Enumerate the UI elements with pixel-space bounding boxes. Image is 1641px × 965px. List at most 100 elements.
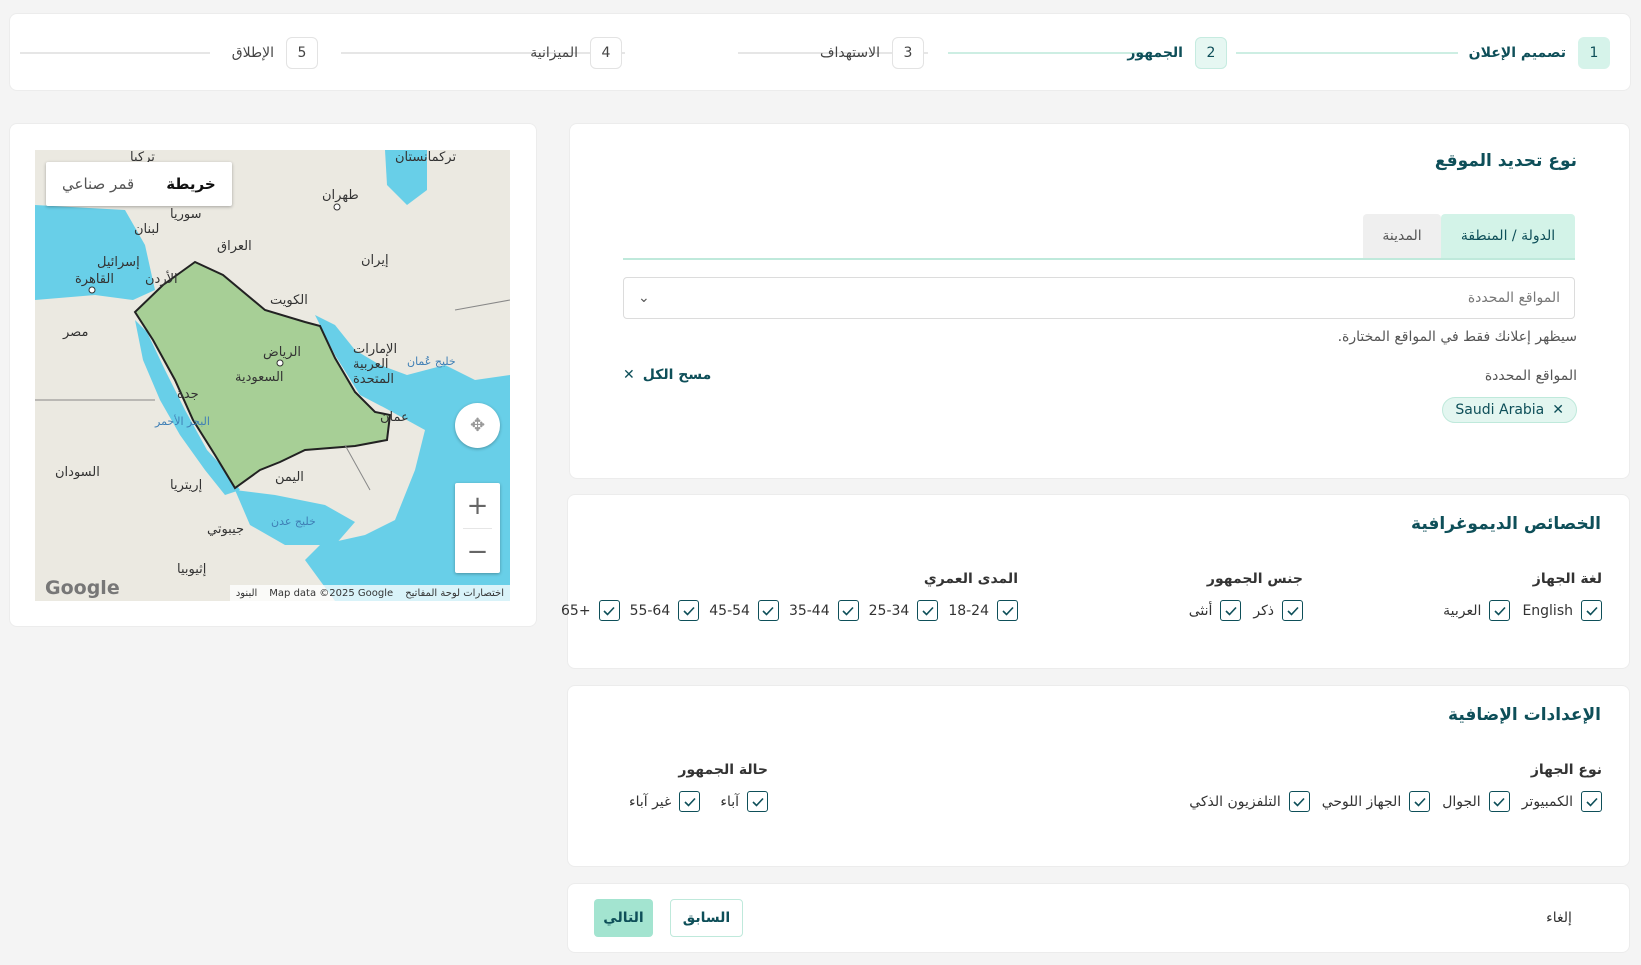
map-type-toggle: خريطة قمر صناعي [46, 162, 232, 206]
step-number: 1 [1578, 37, 1610, 69]
location-tabs: الدولة / المنطقة المدينة [623, 214, 1575, 260]
checkbox-checked-icon [1488, 791, 1510, 812]
step-number: 2 [1195, 37, 1227, 69]
option-label: 55-64 [629, 602, 671, 619]
checkbox-male[interactable]: ذكر [1253, 600, 1303, 621]
map-label: جيبوتي [207, 522, 245, 537]
checkbox-female[interactable]: أنثى [1189, 600, 1242, 621]
additional-settings-card: الإعدادات الإضافية نوع الجهاز الكمبيوتر … [567, 685, 1630, 867]
map-view-button[interactable]: خريطة [150, 162, 231, 206]
map-attribution: البنود Map data ©2025 Google اختصارات لو… [229, 585, 510, 601]
device-language-group: لغة الجهاز English العربية [1443, 571, 1602, 621]
checkbox-checked-icon [917, 600, 939, 621]
zoom-in-button[interactable]: + [455, 483, 500, 528]
tab-country-region[interactable]: الدولة / المنطقة [1441, 214, 1575, 258]
checkbox-checked-icon [757, 600, 779, 621]
map-label: العربية [353, 357, 389, 372]
checkbox-checked-icon [1489, 600, 1511, 621]
checkbox-parents[interactable]: آباء [720, 791, 768, 812]
checkbox-checked-icon [1220, 600, 1242, 621]
age-range-group: المدى العمري 18-24 25-34 35-44 45-54 55-… [561, 571, 1018, 621]
checkbox-computer[interactable]: الكمبيوتر [1522, 791, 1602, 812]
map-label: تركمانستان [395, 150, 457, 165]
audience-status-group: حالة الجمهور آباء غير آباء [629, 762, 768, 812]
checkbox-age-65-plus[interactable]: 65+ [561, 600, 620, 621]
map-label: المتحدة [353, 372, 395, 387]
option-label: 65+ [561, 602, 591, 619]
remove-chip-icon[interactable]: ✕ [1552, 402, 1564, 418]
step-connector [948, 52, 1144, 54]
checkbox-non-parents[interactable]: غير آباء [629, 791, 701, 812]
gender-group: جنس الجمهور ذكر أنثى [1189, 571, 1303, 621]
checkbox-english[interactable]: English [1522, 600, 1602, 621]
clear-all-button[interactable]: مسح الكل ✕ [623, 367, 711, 383]
checkbox-arabic[interactable]: العربية [1443, 600, 1511, 621]
checkbox-age-18-24[interactable]: 18-24 [948, 600, 1018, 621]
audience-status-label: حالة الجمهور [678, 762, 768, 778]
step-label: تصميم الإعلان [1468, 45, 1566, 61]
step-label: الاستهداف [819, 45, 880, 61]
previous-button[interactable]: السابق [670, 899, 743, 937]
checkbox-age-35-44[interactable]: 35-44 [789, 600, 859, 621]
map-label: الأردن [145, 272, 178, 287]
option-label: أنثى [1188, 602, 1213, 619]
map-label: جدة [177, 387, 199, 402]
map-label: مصر [63, 325, 89, 340]
next-button[interactable]: التالي [594, 899, 653, 937]
step-number: 3 [892, 37, 924, 69]
zoom-out-button[interactable]: − [455, 529, 500, 574]
option-label: العربية [1443, 602, 1482, 619]
select-placeholder: المواقع المحددة [1467, 290, 1560, 306]
cancel-button[interactable]: إلغاء [1529, 899, 1589, 937]
location-chip: ✕ Saudi Arabia [1442, 397, 1577, 423]
map-label: اليمن [275, 470, 304, 485]
map-label: السعودية [235, 370, 284, 385]
option-label: الكمبيوتر [1521, 793, 1573, 810]
additional-settings-title: الإعدادات الإضافية [1448, 705, 1601, 725]
step-number: 4 [590, 37, 622, 69]
pan-control-icon[interactable]: ✥ [455, 403, 500, 448]
option-label: آباء [720, 793, 739, 810]
satellite-view-button[interactable]: قمر صناعي [46, 162, 150, 206]
google-logo: Google [45, 577, 120, 599]
checkbox-checked-icon [1581, 600, 1602, 621]
location-map[interactable]: تركمانستان تركيا طهران سوريا لبنان العرا… [35, 150, 510, 601]
step-design[interactable]: 1 تصميم الإعلان [1469, 37, 1610, 69]
option-label: الجوال [1442, 793, 1481, 810]
checkbox-age-55-64[interactable]: 55-64 [630, 600, 700, 621]
step-targeting[interactable]: 3 الاستهداف [820, 37, 924, 69]
step-label: الميزانية [530, 45, 578, 61]
demographics-title: الخصائص الديموغرافية [1411, 514, 1601, 534]
option-label: ذكر [1253, 602, 1274, 619]
option-label: 25-34 [868, 602, 910, 619]
map-card: تركمانستان تركيا طهران سوريا لبنان العرا… [9, 123, 537, 627]
map-label: إثيوبيا [177, 562, 207, 577]
checkbox-checked-icon [679, 791, 701, 812]
map-label: إسرائيل [97, 255, 140, 270]
keyboard-shortcuts-link[interactable]: اختصارات لوحة المفاتيح [405, 588, 504, 599]
map-label: السودان [55, 465, 100, 480]
step-budget[interactable]: 4 الميزانية [530, 37, 622, 69]
checkbox-smart-tv[interactable]: التلفزيون الذكي [1189, 791, 1310, 812]
map-label: البحر الأحمر [155, 415, 210, 428]
checkbox-checked-icon [997, 600, 1018, 621]
option-label: غير آباء [629, 793, 672, 810]
tab-city[interactable]: المدينة [1363, 214, 1441, 258]
checkbox-age-25-34[interactable]: 25-34 [869, 600, 939, 621]
locations-select[interactable]: المواقع المحددة ⌄ [623, 277, 1575, 319]
demographics-card: الخصائص الديموغرافية لغة الجهاز English … [561, 494, 1630, 669]
step-launch[interactable]: 5 الإطلاق [232, 37, 318, 69]
map-label: الرياض [263, 345, 302, 360]
checkbox-checked-icon [747, 791, 768, 812]
checkbox-mobile[interactable]: الجوال [1442, 791, 1510, 812]
map-terms-link[interactable]: البنود [236, 588, 257, 599]
location-helper-text: سيظهر إعلانك فقط في المواقع المختارة. [1337, 329, 1577, 345]
option-label: 18-24 [948, 602, 989, 619]
checkbox-age-45-54[interactable]: 45-54 [709, 600, 779, 621]
map-label: خليج عدن [271, 515, 316, 528]
step-audience[interactable]: 2 الجمهور [1127, 37, 1227, 69]
step-label: الإطلاق [231, 45, 274, 61]
checkbox-checked-icon [1282, 600, 1303, 621]
checkbox-tablet[interactable]: الجهاز اللوحي [1322, 791, 1431, 812]
checkbox-checked-icon [1581, 791, 1602, 812]
